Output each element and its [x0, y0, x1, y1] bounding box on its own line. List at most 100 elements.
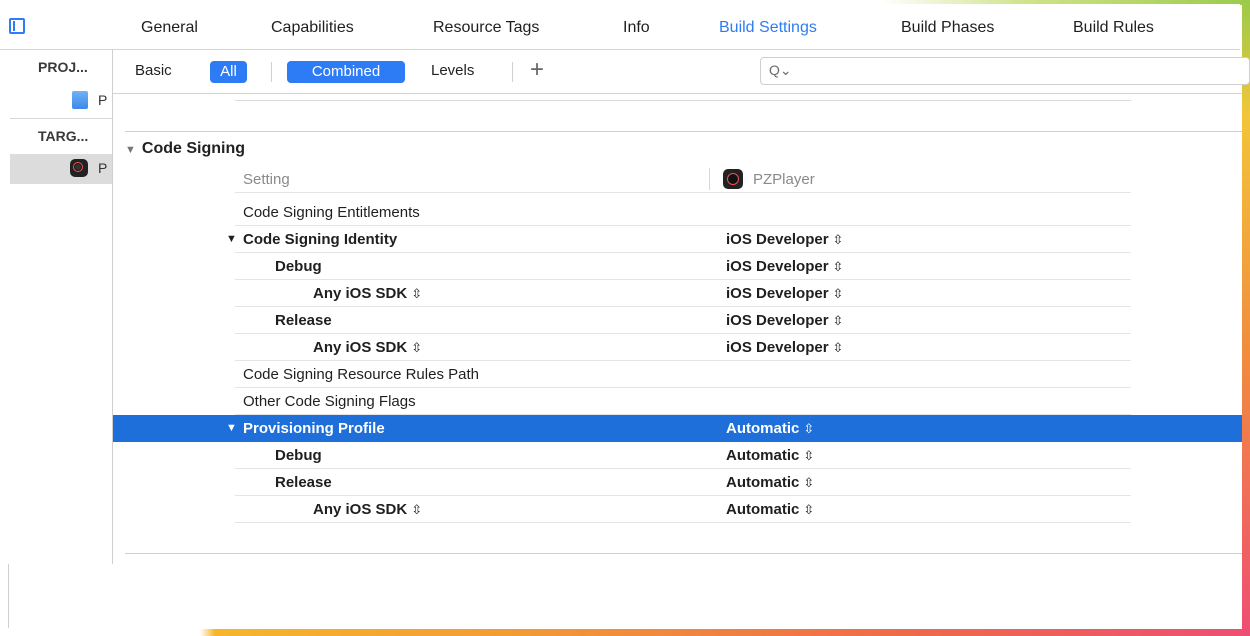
setting-name: Any iOS SDK ⇳: [313, 339, 422, 356]
navigator-project-item[interactable]: P: [10, 86, 112, 116]
tab-capabilities[interactable]: Capabilities: [271, 19, 354, 37]
settings-column-header: Setting PZPlayer: [113, 166, 1242, 193]
tab-info[interactable]: Info: [623, 19, 650, 37]
setting-name-text: Any iOS SDK: [313, 501, 408, 518]
sidebar-toggle-icon[interactable]: [9, 18, 25, 34]
section-divider: [125, 131, 1242, 132]
filter-combined-button[interactable]: Combined: [287, 61, 405, 83]
setting-row[interactable]: Debug iOS Developer ⇳: [113, 253, 1242, 280]
setting-value-text: iOS Developer: [726, 258, 829, 275]
section-header-code-signing[interactable]: ▼ Code Signing: [125, 140, 245, 158]
tab-build-phases[interactable]: Build Phases: [901, 19, 994, 37]
setting-row[interactable]: Any iOS SDK ⇳ iOS Developer ⇳: [113, 280, 1242, 307]
decorative-gradient-bottom: [0, 629, 1250, 636]
setting-name-text: Release: [275, 312, 332, 329]
setting-name: Any iOS SDK ⇳: [313, 501, 422, 518]
setting-name-text: Provisioning Profile: [243, 420, 385, 437]
row-divider: [235, 100, 1131, 101]
setting-row[interactable]: Release iOS Developer ⇳: [113, 307, 1242, 334]
up-down-arrows-icon[interactable]: ⇳: [803, 448, 814, 463]
setting-value[interactable]: Automatic ⇳: [726, 501, 814, 518]
setting-row[interactable]: ▼ Code Signing Identity iOS Developer ⇳: [113, 226, 1242, 253]
setting-value-text: iOS Developer: [726, 231, 829, 248]
setting-name-text: Code Signing Resource Rules Path: [243, 366, 479, 383]
setting-value[interactable]: iOS Developer ⇳: [726, 285, 843, 302]
setting-row[interactable]: Code Signing Resource Rules Path: [113, 361, 1242, 388]
filter-basic-button[interactable]: Basic: [135, 62, 172, 79]
up-down-arrows-icon[interactable]: ⇳: [411, 286, 422, 301]
setting-name-text: Release: [275, 474, 332, 491]
tab-build-rules[interactable]: Build Rules: [1073, 19, 1154, 37]
setting-row[interactable]: Other Code Signing Flags: [113, 388, 1242, 415]
tab-build-settings[interactable]: Build Settings: [719, 19, 817, 37]
filter-all-button[interactable]: All: [210, 61, 247, 83]
setting-name-text: Any iOS SDK: [313, 339, 408, 356]
up-down-arrows-icon[interactable]: ⇳: [833, 286, 844, 301]
setting-value[interactable]: Automatic ⇳: [726, 474, 814, 491]
search-icon: Q⌄: [769, 62, 792, 78]
up-down-arrows-icon[interactable]: ⇳: [803, 502, 814, 517]
decorative-gradient-right: [1242, 0, 1250, 636]
setting-value[interactable]: Automatic ⇳: [726, 447, 814, 464]
setting-name-text: Code Signing Identity: [243, 231, 398, 248]
up-down-arrows-icon[interactable]: ⇳: [833, 232, 844, 247]
setting-name: ▼ Code Signing Identity: [226, 231, 398, 248]
add-setting-plus-icon[interactable]: +: [530, 56, 544, 84]
target-column-label: PZPlayer: [753, 171, 815, 188]
setting-name: Any iOS SDK ⇳: [313, 285, 422, 302]
disclosure-triangle-icon[interactable]: ▼: [125, 144, 136, 156]
tab-resource-tags[interactable]: Resource Tags: [433, 19, 539, 37]
setting-name: Code Signing Resource Rules Path: [243, 366, 479, 383]
app-target-icon: [723, 169, 743, 189]
up-down-arrows-icon[interactable]: ⇳: [803, 475, 814, 490]
up-down-arrows-icon[interactable]: ⇳: [411, 502, 422, 517]
navigator-target-item[interactable]: P: [10, 154, 112, 184]
target-item-label: P: [98, 160, 108, 176]
setting-value-text: Automatic: [726, 447, 800, 464]
setting-value[interactable]: Automatic ⇳: [726, 420, 814, 437]
setting-row[interactable]: Code Signing Entitlements: [113, 199, 1242, 226]
setting-value-text: Automatic: [726, 420, 800, 437]
row-divider: [235, 522, 1131, 523]
tab-general[interactable]: General: [141, 19, 198, 37]
setting-name-text: Debug: [275, 447, 322, 464]
filter-levels-button[interactable]: Levels: [431, 62, 474, 79]
setting-row[interactable]: Any iOS SDK ⇳ Automatic ⇳: [113, 496, 1242, 523]
setting-name: Release: [275, 474, 332, 491]
setting-value-text: iOS Developer: [726, 339, 829, 356]
setting-value[interactable]: iOS Developer ⇳: [726, 312, 843, 329]
setting-name: Other Code Signing Flags: [243, 393, 416, 410]
disclosure-triangle-icon[interactable]: ▼: [226, 233, 237, 245]
column-divider: [709, 168, 710, 190]
up-down-arrows-icon[interactable]: ⇳: [833, 340, 844, 355]
setting-value[interactable]: iOS Developer ⇳: [726, 231, 843, 248]
up-down-arrows-icon[interactable]: ⇳: [833, 313, 844, 328]
up-down-arrows-icon[interactable]: ⇳: [411, 340, 422, 355]
setting-value[interactable]: iOS Developer ⇳: [726, 258, 843, 275]
editor-tab-bar: General Capabilities Resource Tags Info …: [0, 4, 1240, 50]
setting-value-text: iOS Developer: [726, 312, 829, 329]
setting-row[interactable]: ▼ Provisioning Profile Automatic ⇳: [113, 415, 1242, 442]
setting-name: ▼ Provisioning Profile: [226, 420, 385, 437]
setting-value-text: Automatic: [726, 474, 800, 491]
navigator-divider: [10, 118, 112, 119]
setting-column-label: Setting: [243, 171, 290, 188]
section-title: Code Signing: [141, 140, 245, 157]
setting-name-text: Other Code Signing Flags: [243, 393, 416, 410]
search-field[interactable]: Q⌄: [760, 57, 1250, 85]
section-divider: [125, 553, 1242, 554]
project-item-label: P: [98, 92, 108, 108]
row-divider: [235, 192, 1131, 193]
setting-row[interactable]: Debug Automatic ⇳: [113, 442, 1242, 469]
filter-divider: [271, 62, 272, 82]
setting-name: Debug: [275, 258, 322, 275]
up-down-arrows-icon[interactable]: ⇳: [803, 421, 814, 436]
setting-row[interactable]: Any iOS SDK ⇳ iOS Developer ⇳: [113, 334, 1242, 361]
disclosure-triangle-icon[interactable]: ▼: [226, 422, 237, 434]
up-down-arrows-icon[interactable]: ⇳: [833, 259, 844, 274]
setting-name: Debug: [275, 447, 322, 464]
build-settings-filter-bar: Basic All Combined Levels + Q⌄: [113, 50, 1250, 94]
setting-value[interactable]: iOS Developer ⇳: [726, 339, 843, 356]
project-file-icon: [72, 91, 88, 109]
setting-row[interactable]: Release Automatic ⇳: [113, 469, 1242, 496]
